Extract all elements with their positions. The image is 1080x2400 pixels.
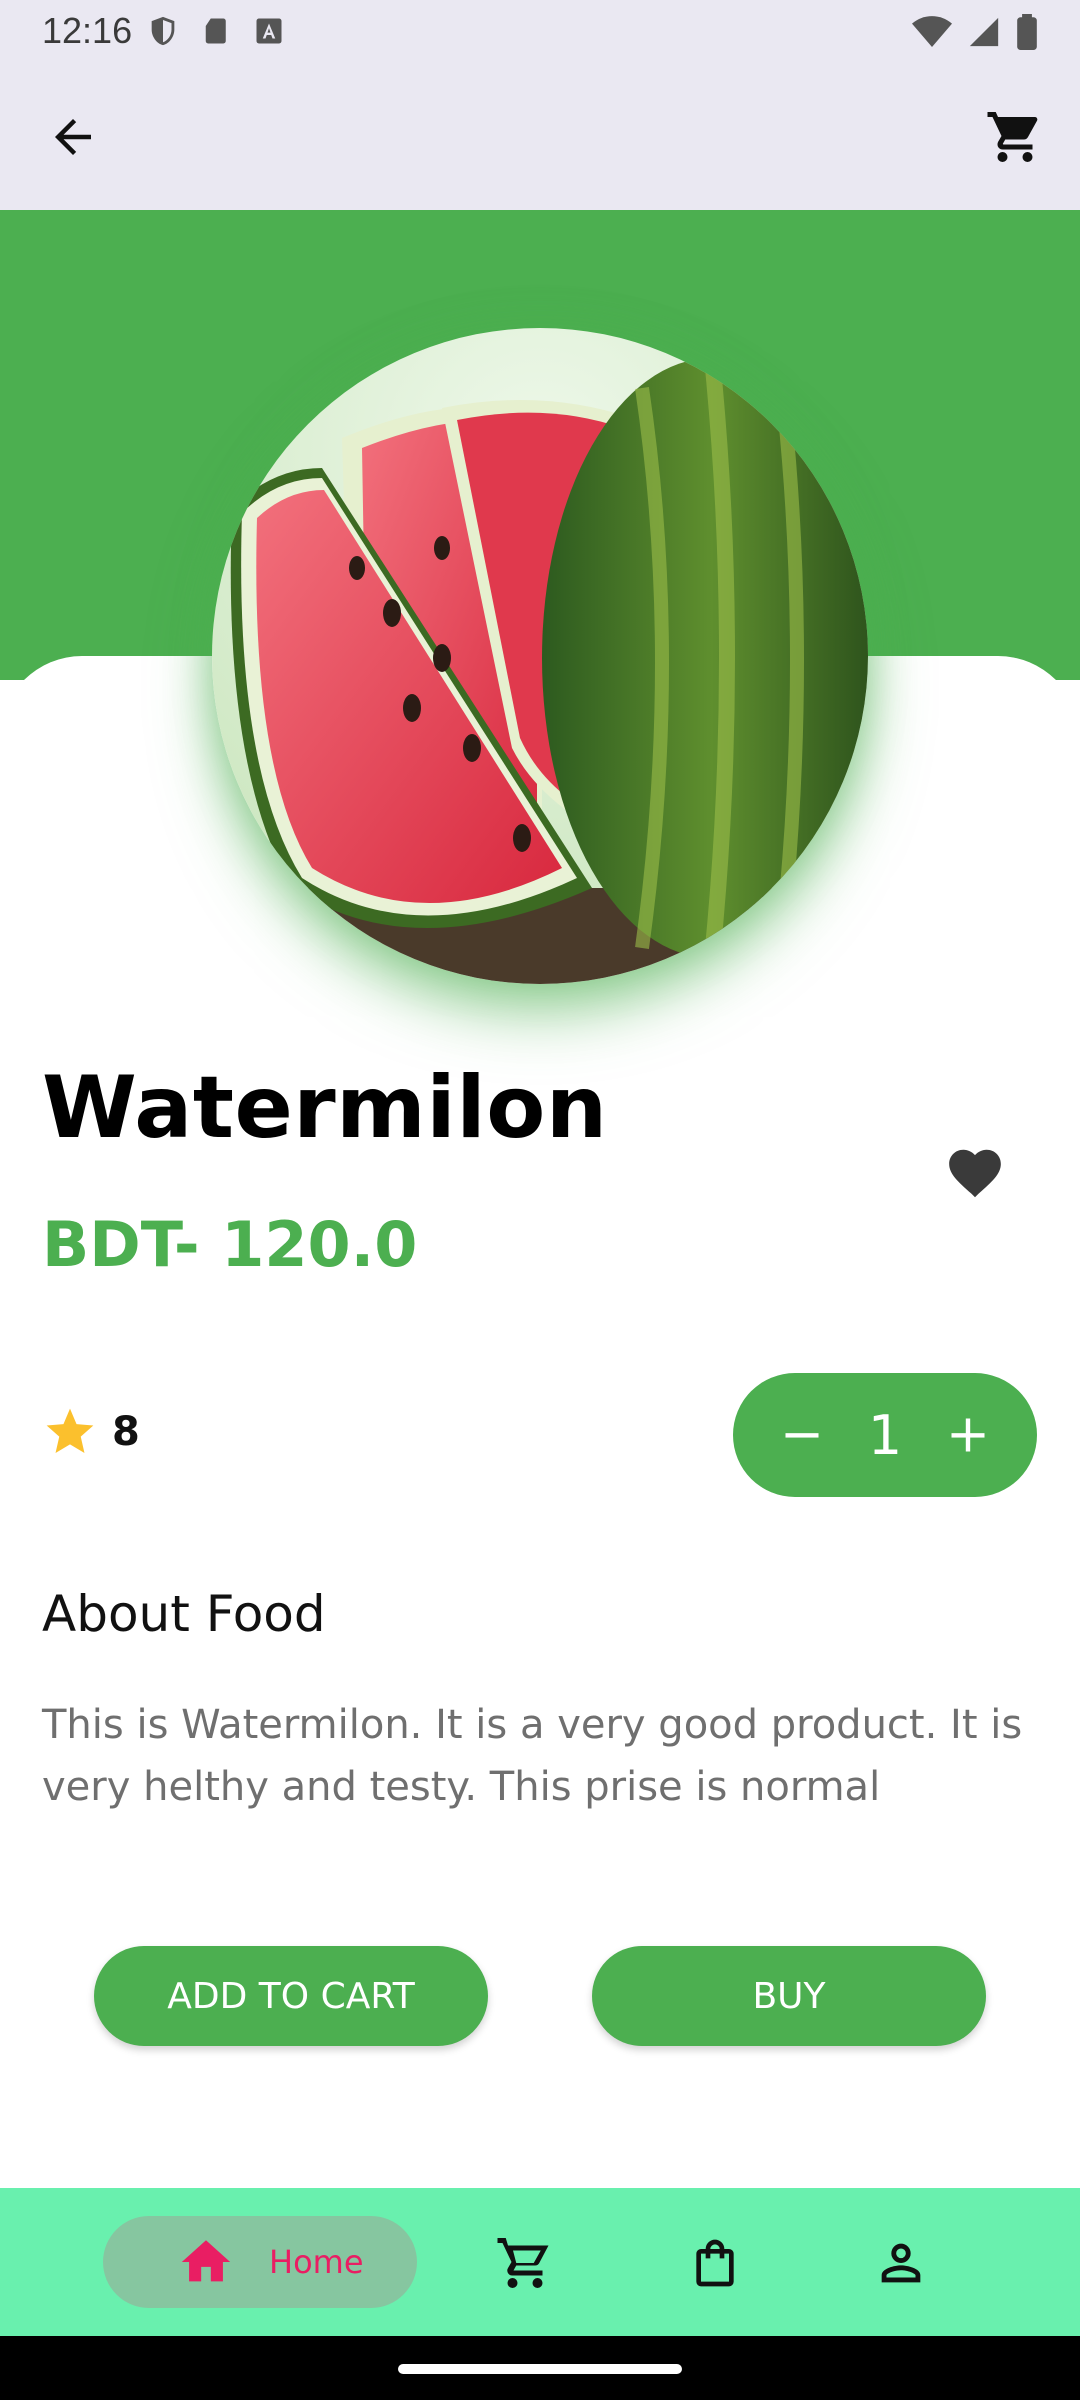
about-heading: About Food	[42, 1585, 326, 1643]
increase-button[interactable]	[933, 1400, 1003, 1470]
nav-home-label: Home	[269, 2243, 364, 2281]
nav-item-home[interactable]: Home	[103, 2216, 417, 2308]
back-button[interactable]	[40, 104, 106, 170]
nav-item-cart[interactable]	[494, 2232, 556, 2294]
nav-item-profile[interactable]	[870, 2232, 932, 2294]
app-bar	[0, 64, 1080, 210]
plus-icon	[951, 1418, 985, 1452]
quantity-value: 1	[867, 1403, 903, 1467]
product-description: This is Watermilon. It is a very good pr…	[42, 1702, 1023, 1810]
product-title: Watermilon	[42, 1058, 608, 1158]
quantity-stepper: 1	[733, 1373, 1037, 1497]
text-a-icon	[256, 18, 282, 44]
bottom-navigation: Home	[0, 2188, 1080, 2336]
shopping-bag-icon	[696, 2239, 734, 2287]
status-time: 12:16	[42, 10, 133, 51]
nav-item-bag[interactable]	[684, 2232, 746, 2294]
sd-card-icon	[205, 18, 226, 44]
rating-value: 8	[112, 1409, 140, 1455]
add-to-cart-button[interactable]: ADD TO CART	[94, 1946, 488, 2046]
buy-button[interactable]: BUY	[592, 1946, 986, 2046]
product-image	[212, 328, 868, 984]
rating: 8	[42, 1404, 140, 1460]
heart-icon	[949, 1149, 1001, 1198]
gesture-area	[0, 2336, 1080, 2400]
product-price: BDT- 120.0	[42, 1208, 418, 1281]
minus-icon	[785, 1433, 819, 1438]
status-bar: 12:16	[0, 0, 1080, 64]
cart-icon	[497, 2238, 549, 2288]
decrease-button[interactable]	[767, 1400, 837, 1470]
home-icon	[181, 2240, 231, 2282]
shield-icon	[151, 16, 175, 46]
shopping-cart-icon	[987, 112, 1038, 162]
home-gesture-bar[interactable]	[398, 2364, 682, 2374]
battery-icon	[1017, 14, 1037, 50]
arrow-left-icon	[55, 119, 91, 155]
wifi-icon	[912, 16, 952, 47]
favorite-button[interactable]	[940, 1138, 1010, 1208]
signal-icon	[969, 17, 999, 47]
watermelon-illustration	[212, 328, 868, 984]
cart-button[interactable]	[980, 102, 1050, 172]
person-icon	[881, 2243, 921, 2283]
star-icon	[46, 1408, 94, 1453]
